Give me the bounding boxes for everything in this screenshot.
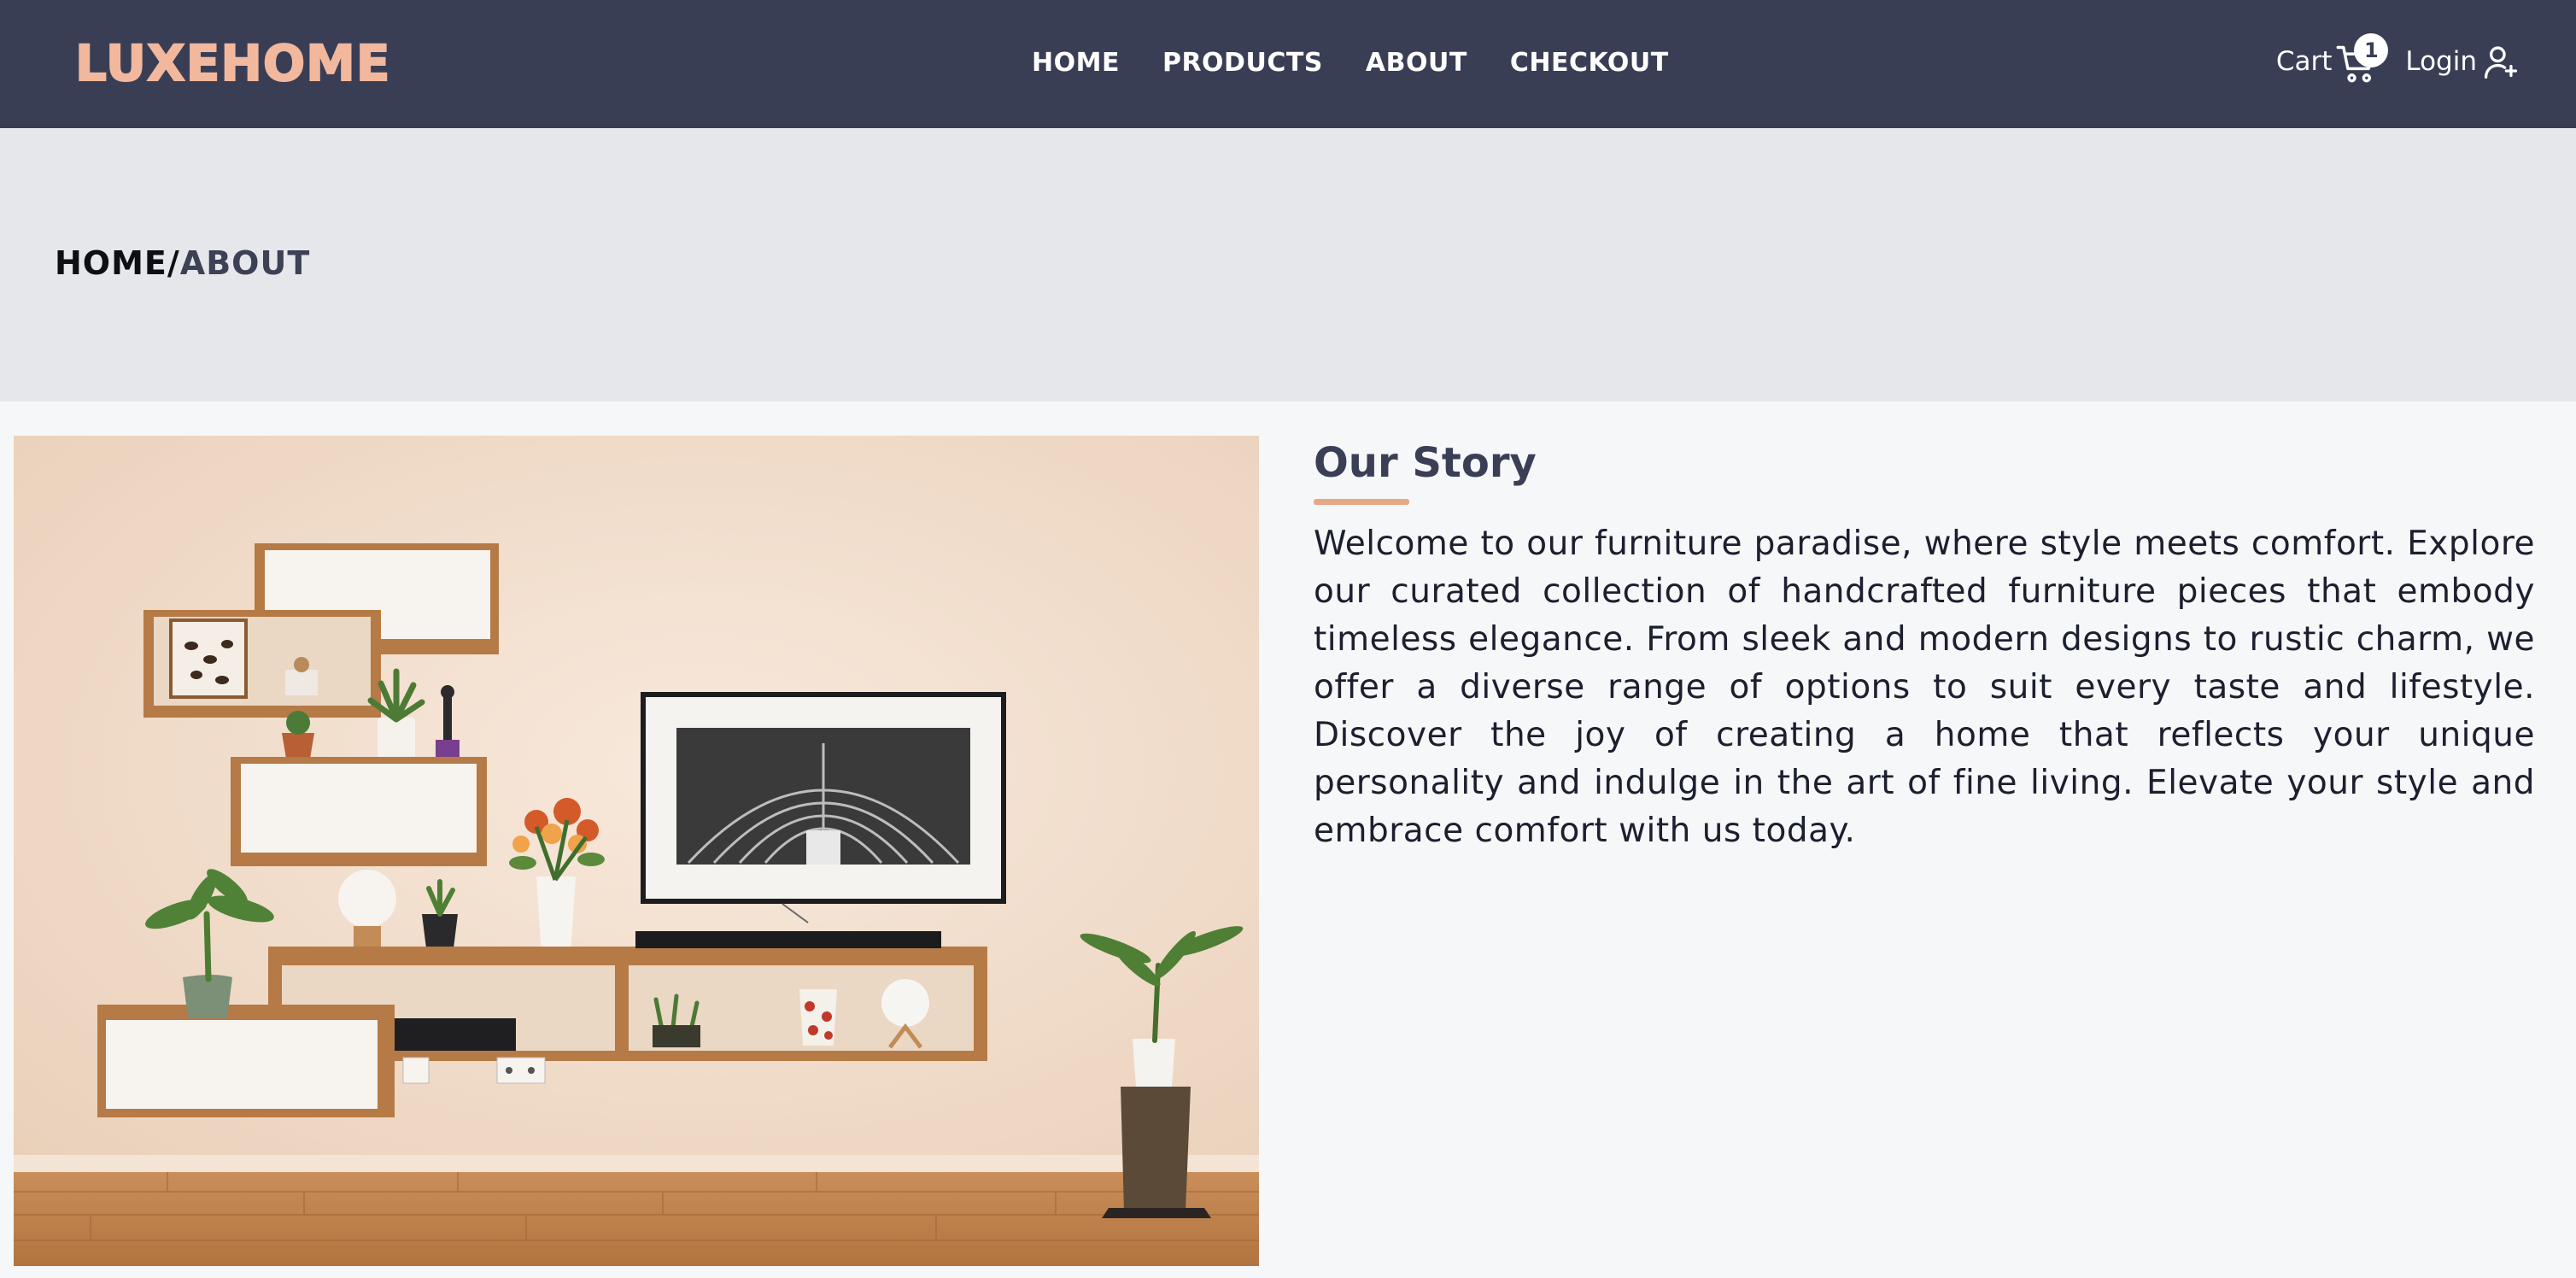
story-title-underline (1314, 499, 1409, 505)
nav-link-home[interactable]: HOME (1032, 48, 1120, 78)
story-title: Our Story (1314, 439, 1537, 487)
story-body: Welcome to our furniture paradise, where… (1314, 525, 2535, 850)
breadcrumb-section: HOME/ABOUT (0, 128, 2576, 402)
our-story-section: Our Story Welcome to our furniture parad… (1314, 439, 2535, 855)
logo[interactable]: LUXEHOME (74, 33, 391, 93)
breadcrumb-separator: / (167, 244, 180, 282)
nav-link-products[interactable]: PRODUCTS (1162, 48, 1323, 78)
cart-count-badge: 1 (2354, 33, 2389, 67)
nav-link-checkout[interactable]: CHECKOUT (1510, 48, 1669, 78)
breadcrumb-home-link[interactable]: HOME (55, 244, 167, 282)
user-plus-icon (2484, 46, 2518, 79)
navbar: LUXEHOME HOME PRODUCTS ABOUT CHECKOUT Ca… (0, 0, 2576, 128)
main-nav: HOME PRODUCTS ABOUT CHECKOUT (1032, 48, 1669, 78)
nav-actions: Cart 1 Login (2276, 27, 2520, 96)
cart-button[interactable]: Cart 1 (2275, 33, 2389, 86)
breadcrumb: HOME/ABOUT (55, 244, 310, 282)
about-hero-image (14, 436, 1259, 1266)
login-label: Login (2405, 46, 2477, 77)
breadcrumb-current: ABOUT (179, 244, 311, 282)
login-button[interactable]: Login (2405, 43, 2520, 80)
cart-label: Cart (2275, 46, 2333, 77)
nav-link-about[interactable]: ABOUT (1366, 48, 1467, 78)
